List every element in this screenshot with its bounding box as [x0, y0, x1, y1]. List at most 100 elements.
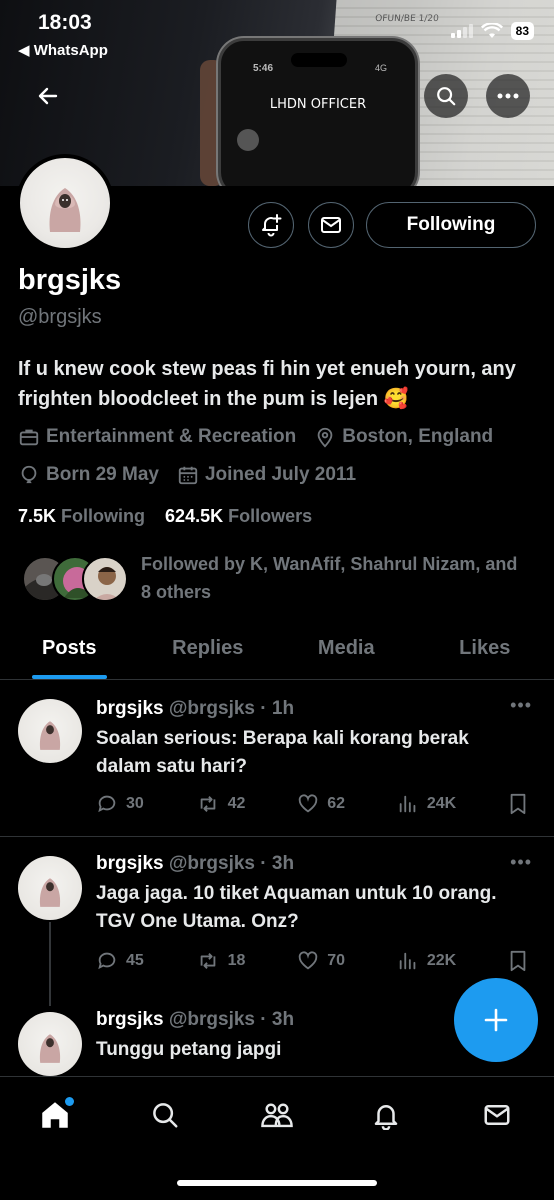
nav-notifications[interactable] — [358, 1095, 414, 1135]
compose-button[interactable] — [454, 978, 538, 1062]
profile-location-text: Boston, England — [342, 426, 494, 447]
post-author-name[interactable]: brgsjks — [96, 1009, 164, 1030]
post-header: brgsjks @brgsjks · 3h — [96, 1009, 294, 1031]
follow-stats: 7.5K Following 624.5K Followers — [18, 506, 312, 527]
post-avatar[interactable] — [18, 856, 82, 920]
envelope-icon — [321, 217, 341, 233]
reply-count: 30 — [126, 795, 144, 812]
avatar-figure — [49, 188, 81, 232]
views-count: 22K — [426, 952, 457, 969]
following-label: Following — [61, 506, 146, 526]
phone-caller-text: LHDN OFFICER — [269, 97, 367, 112]
repost-button[interactable]: 42 — [196, 793, 245, 815]
profile-joined: Joined July 2011 — [177, 464, 356, 486]
post-actions: 45 18 70 22K — [96, 950, 528, 972]
post-actions: 30 42 62 24K — [96, 793, 528, 815]
profile-meta-row-1: Entertainment & Recreation Boston, Engla… — [18, 426, 511, 448]
bell-icon — [374, 1105, 398, 1130]
post-meta: @brgsjks · 3h — [168, 1009, 295, 1030]
post-more-icon[interactable]: ••• — [510, 852, 532, 873]
post-more-icon[interactable]: ••• — [510, 695, 532, 716]
nav-communities[interactable] — [249, 1095, 305, 1135]
profile-bio: If u knew cook stew peas fi hin yet enue… — [18, 358, 516, 410]
nav-search[interactable] — [137, 1095, 193, 1135]
bookmark-icon — [510, 793, 526, 815]
views-button[interactable]: 24K — [397, 793, 456, 815]
notify-button[interactable] — [248, 202, 294, 248]
post-avatar[interactable] — [18, 699, 82, 763]
profile-meta-row-2: Born 29 May Joined July 2011 — [18, 464, 374, 486]
reply-button[interactable]: 45 — [96, 950, 144, 972]
following-stat[interactable]: 7.5K Following — [18, 506, 145, 526]
post-meta: @brgsjks · 3h — [168, 853, 295, 874]
status-bar: 18:03 ◀ WhatsApp 83 — [0, 0, 554, 70]
profile-birthday-text: Born 29 May — [46, 464, 159, 485]
repost-button[interactable]: 18 — [196, 950, 246, 972]
followers-stat[interactable]: 624.5K Followers — [165, 506, 312, 526]
profile-location: Boston, England — [314, 426, 493, 448]
views-icon — [399, 952, 416, 970]
more-options-button[interactable] — [486, 74, 530, 118]
bell-plus-icon — [262, 214, 282, 237]
profile-tabs: Posts Replies Media Likes — [0, 622, 554, 680]
repost-icon — [200, 953, 215, 969]
tab-media[interactable]: Media — [277, 622, 416, 679]
views-icon — [399, 795, 416, 813]
reply-button[interactable]: 30 — [96, 793, 144, 815]
nav-messages[interactable] — [469, 1095, 525, 1135]
envelope-icon — [484, 1105, 510, 1125]
post-item[interactable]: brgsjks @brgsjks · 1h ••• Soalan serious… — [0, 681, 554, 837]
thread-connector-line — [49, 922, 51, 1006]
bookmark-icon — [510, 950, 526, 972]
followers-count: 624.5K — [165, 506, 224, 526]
tab-posts[interactable]: Posts — [0, 622, 139, 679]
back-button[interactable] — [26, 74, 70, 118]
post-text: Jaga jaga. 10 tiket Aquaman untuk 10 ora… — [96, 883, 497, 932]
bookmark-button[interactable] — [508, 950, 528, 972]
post-text: Soalan serious: Berapa kali korang berak… — [96, 728, 469, 777]
status-icons: 83 — [450, 22, 534, 40]
message-button[interactable] — [308, 202, 354, 248]
back-to-app-link[interactable]: ◀ WhatsApp — [18, 41, 108, 59]
location-pin-icon — [317, 427, 333, 448]
profile-avatar[interactable] — [16, 154, 114, 252]
following-button[interactable]: Following — [366, 202, 536, 248]
profile-joined-text: Joined July 2011 — [204, 464, 357, 485]
post-avatar[interactable] — [18, 1012, 82, 1076]
briefcase-icon — [19, 429, 39, 446]
profile-category: Entertainment & Recreation — [18, 426, 296, 448]
reply-icon — [98, 795, 116, 813]
like-count: 62 — [327, 795, 346, 812]
home-indicator[interactable] — [177, 1180, 377, 1186]
cellular-signal-icon — [450, 24, 473, 38]
profile-category-text: Entertainment & Recreation — [46, 426, 297, 447]
tab-replies[interactable]: Replies — [139, 622, 278, 679]
post-meta: @brgsjks · 1h — [168, 698, 295, 719]
tab-likes[interactable]: Likes — [416, 622, 554, 679]
battery-indicator: 83 — [510, 22, 534, 40]
profile-name: brgsjks — [18, 264, 122, 296]
profile-birthday: Born 29 May — [18, 464, 159, 486]
home-unread-dot — [65, 1097, 74, 1106]
reply-icon — [98, 952, 116, 970]
views-count: 24K — [426, 795, 457, 812]
like-button[interactable]: 70 — [297, 950, 345, 972]
phone-call-button — [237, 129, 259, 151]
views-button[interactable]: 22K — [397, 950, 456, 972]
like-button[interactable]: 62 — [297, 793, 345, 815]
post-header: brgsjks @brgsjks · 3h — [96, 853, 294, 875]
heart-icon — [298, 951, 318, 970]
calendar-icon — [178, 466, 198, 485]
search-button[interactable] — [424, 74, 468, 118]
following-count: 7.5K — [18, 506, 57, 526]
post-author-name[interactable]: brgsjks — [96, 698, 164, 719]
post-author-name[interactable]: brgsjks — [96, 853, 164, 874]
repost-count: 18 — [227, 952, 246, 969]
like-count: 70 — [327, 952, 346, 969]
followed-by-text[interactable]: Followed by K, WanAfif, Shahrul Nizam, a… — [141, 550, 531, 606]
bookmark-button[interactable] — [508, 793, 528, 815]
nav-home[interactable] — [27, 1095, 83, 1135]
post-item[interactable]: brgsjks @brgsjks · 3h ••• Jaga jaga. 10 … — [0, 838, 554, 1008]
search-icon — [437, 87, 456, 106]
repost-icon — [200, 796, 215, 812]
